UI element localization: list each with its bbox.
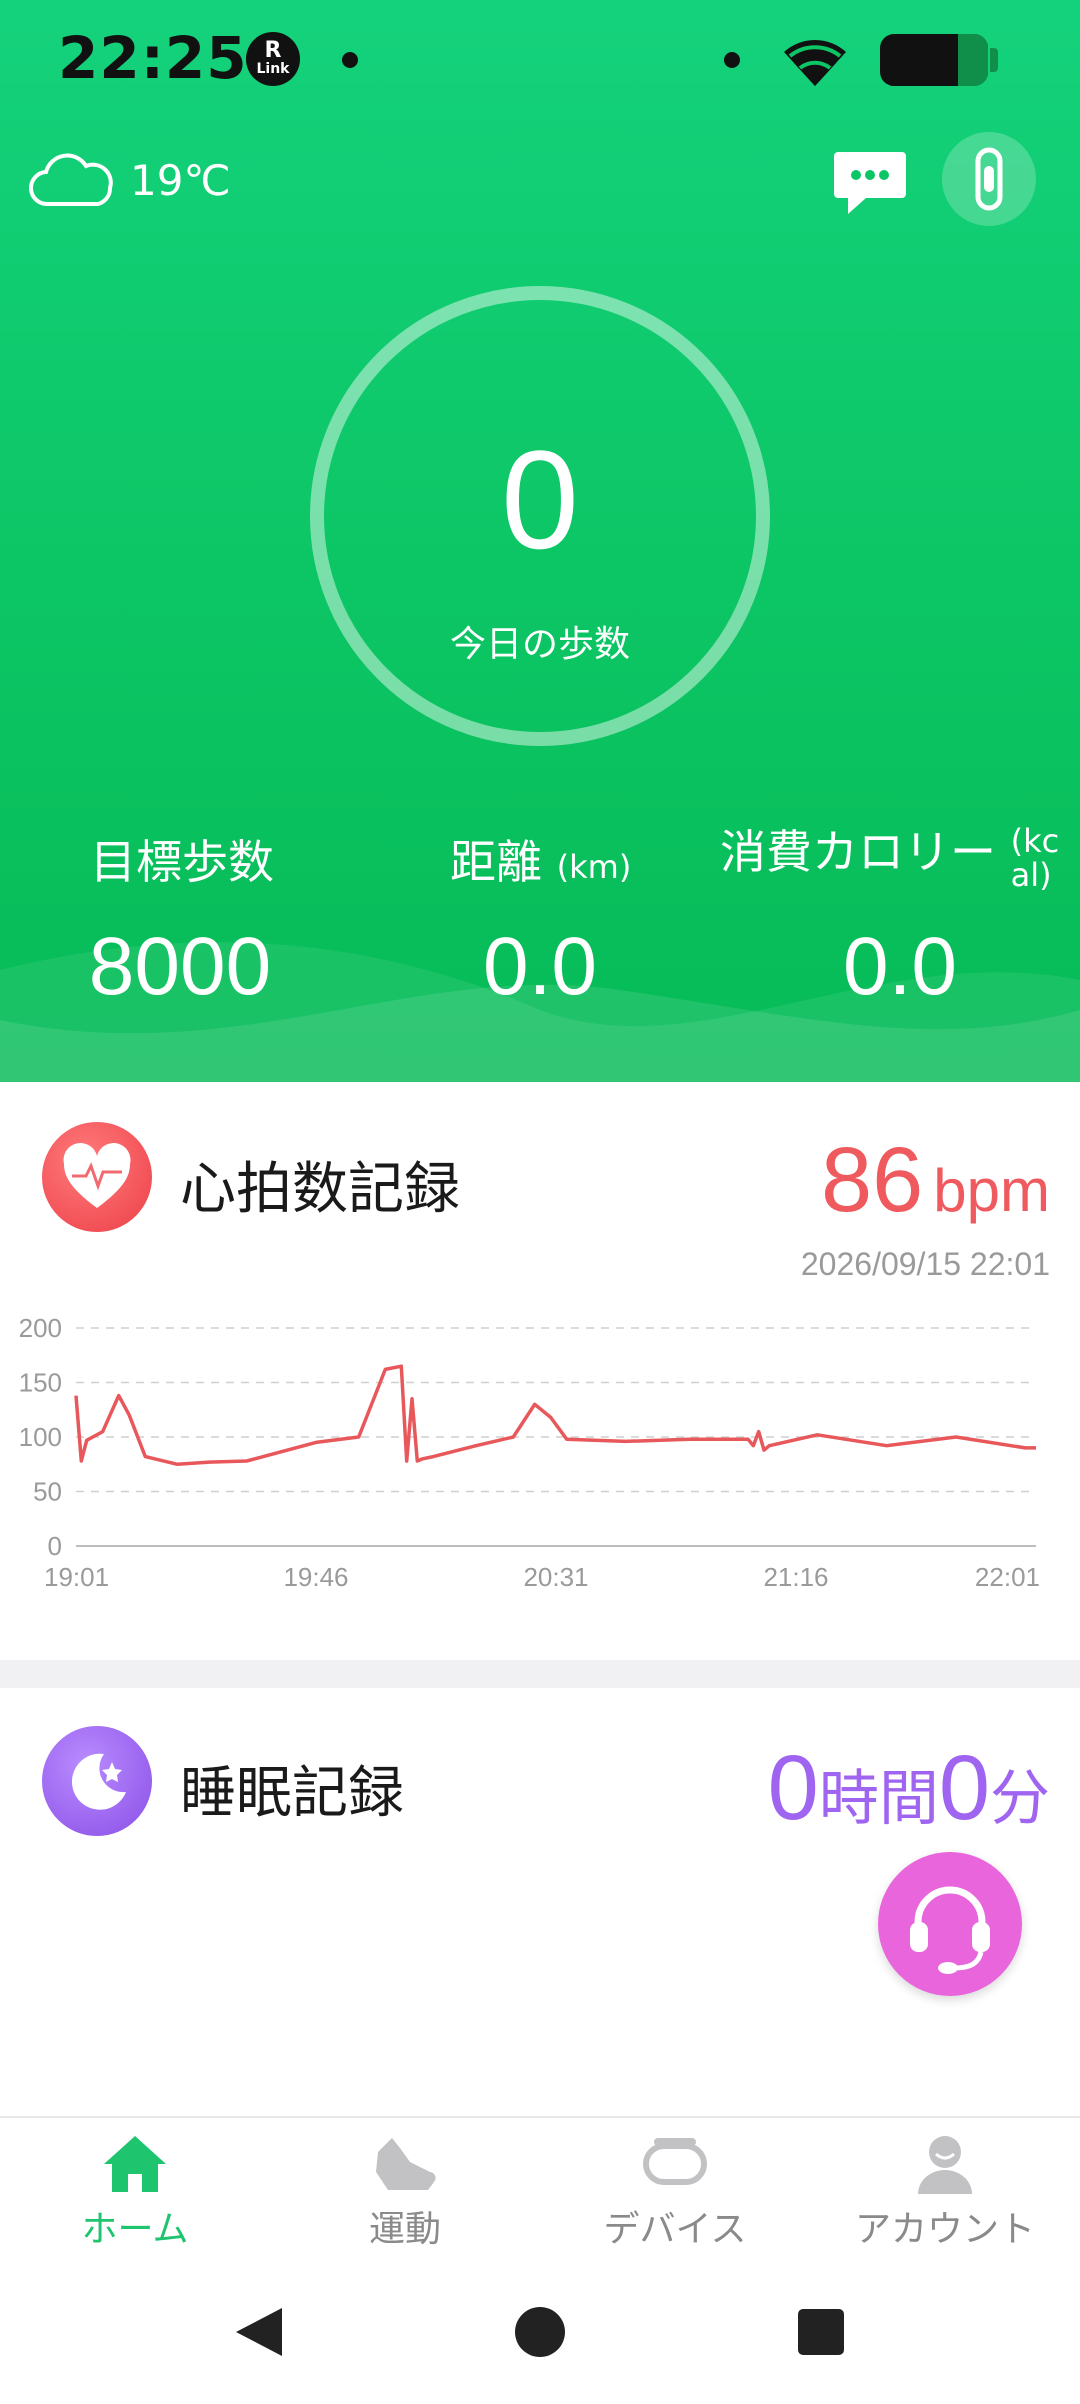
heart-rate-line [74,1364,1036,1467]
device-button[interactable] [942,132,1036,226]
nav-account-label: アカウント [854,2209,1035,2250]
x-tick-label: 22:01 [975,1562,1040,1592]
heart-rate-timestamp: 2026/09/15 22:01 [800,1246,1050,1282]
calories-value: 0.0 [843,921,957,1012]
nav-exercise-label: 運動 [368,2209,441,2250]
heart-rate-title: 心拍数記録 [180,1157,460,1222]
recents-icon[interactable] [798,2309,844,2355]
x-tick-label: 19:01 [44,1562,109,1592]
y-tick-label: 100 [19,1422,62,1452]
home-circle-icon[interactable] [515,2307,565,2357]
user-icon [918,2136,972,2194]
smartwatch-icon [975,147,1003,211]
nav-home[interactable]: ホーム [0,2132,270,2252]
battery-icon [880,34,988,86]
calories-label: 消費カロリー (kcal) [720,822,1060,894]
y-tick-label: 0 [48,1531,62,1561]
y-tick-label: 50 [33,1477,62,1507]
today-steps-label: 今日の歩数 [449,624,630,665]
wifi-icon [784,39,846,86]
clock: 22:25 [58,24,248,92]
system-navigation-bar [0,2270,1080,2400]
x-tick-label: 21:16 [763,1562,828,1592]
heart-rate-value: 86 bpm [820,1129,1050,1231]
x-tick-label: 20:31 [523,1562,588,1592]
heart-rate-chart: 0 50 100 150 200 19:01 19:46 20:31 21:16 22:01 [19,1313,1040,1592]
sneaker-icon [376,2138,436,2190]
chat-bubble-icon[interactable] [832,148,908,218]
watch-band-icon [643,2138,707,2185]
distance-value: 0.0 [483,921,597,1012]
nav-device[interactable]: デバイス [540,2132,810,2252]
nav-account[interactable]: アカウント [810,2132,1080,2252]
headset-icon [910,1886,990,1974]
nav-exercise[interactable]: 運動 [270,2132,540,2252]
today-steps-value: 0 [501,421,579,578]
temperature: 19℃ [130,155,231,205]
indicator-dot-icon [724,52,740,68]
bottom-navigation: ホーム 運動 デバイス アカウント [0,2116,1080,2250]
y-tick-label: 150 [19,1368,62,1398]
rlink-icon: R Link [246,32,300,86]
back-icon[interactable] [236,2308,282,2356]
goal-steps-label: 目標歩数 [90,835,274,889]
summary-header: 22:25 R Link 19℃ 0 今日の歩数 目標歩数 距離 (km) 消費… [0,0,1080,1082]
cloud-icon [29,153,113,207]
battery-tip [990,48,998,72]
nav-device-label: デバイス [603,2209,747,2250]
heart-icon [42,1122,152,1232]
x-tick-label: 19:46 [283,1562,348,1592]
support-button[interactable] [878,1852,1022,1996]
distance-label: 距離 (km) [450,835,632,889]
section-divider [0,1660,1080,1688]
status-bar: 22:25 R Link [0,0,1080,120]
moon-icon [42,1726,152,1836]
sleep-title: 睡眠記録 [180,1761,404,1826]
weather-widget[interactable]: 19℃ [28,150,231,210]
nav-home-label: ホーム [81,2209,189,2250]
notification-dot-icon [342,52,358,68]
goal-steps-value: 8000 [88,921,272,1012]
sleep-duration: 0時間0分 [767,1737,1050,1839]
home-icon [104,2136,166,2192]
y-tick-label: 200 [19,1313,62,1343]
